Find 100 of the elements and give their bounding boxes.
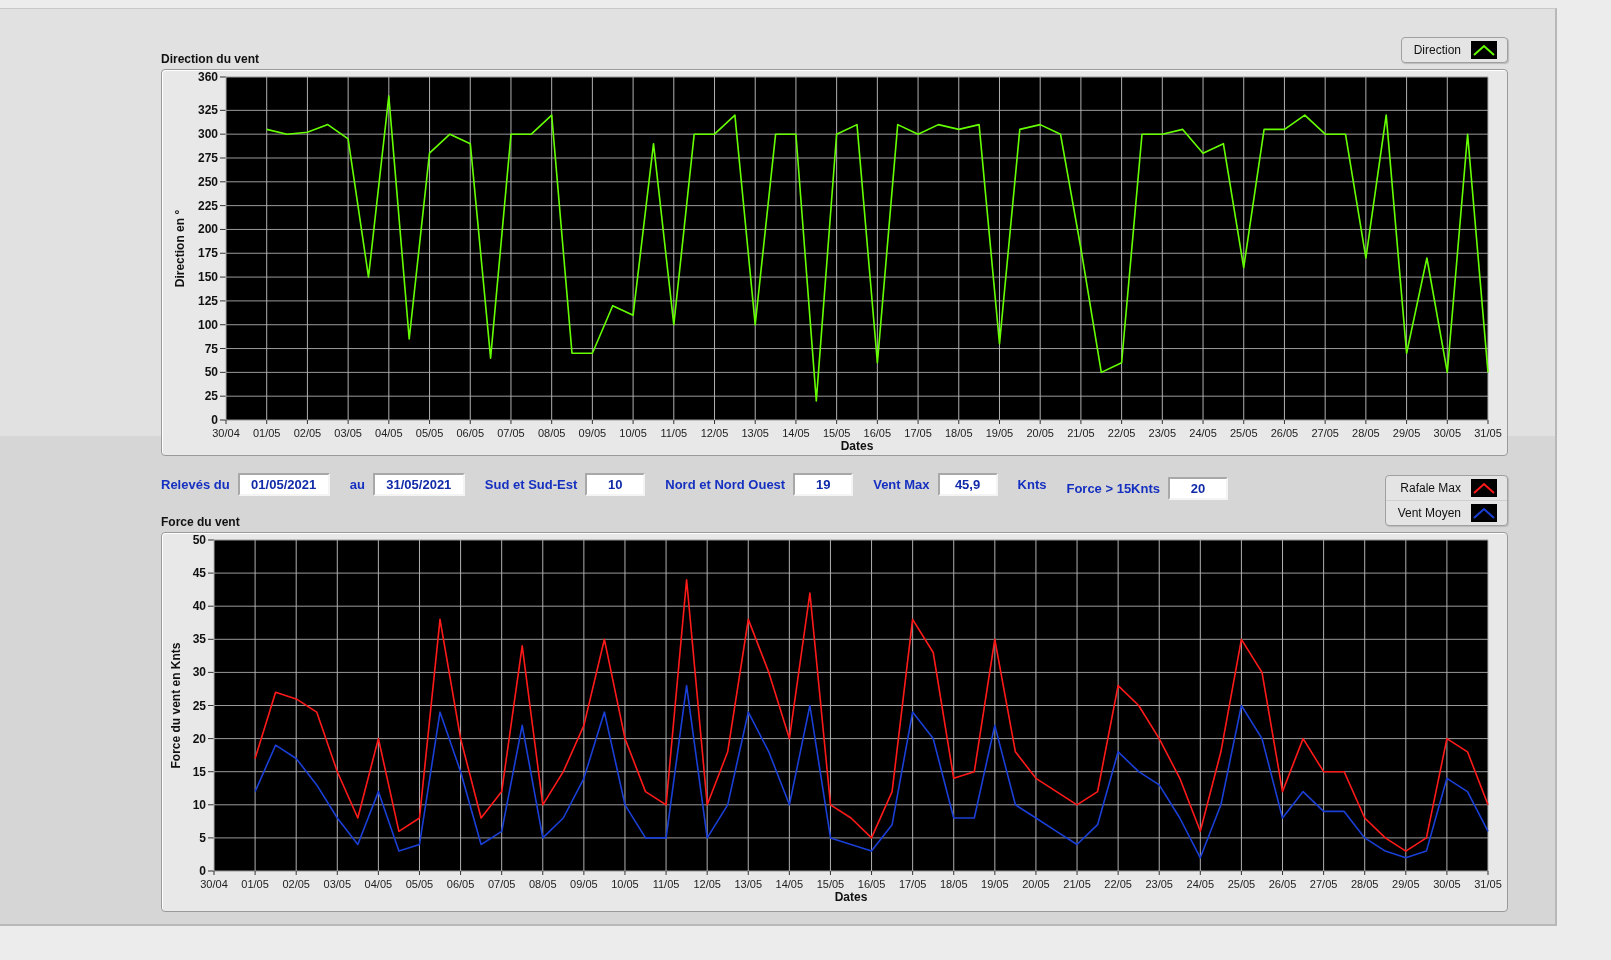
x-axis-title: Dates — [834, 890, 868, 904]
field-label: Relevés du — [161, 476, 230, 492]
input-field[interactable]: 19 — [793, 472, 854, 496]
y-tick-label: 25 — [204, 389, 218, 404]
x-tick-label: 23/05 — [1145, 878, 1173, 890]
input-field[interactable]: 01/05/2021 — [237, 472, 330, 496]
y-tick-label: 10 — [192, 797, 206, 812]
field-label: Sud et Sud-Est — [484, 476, 578, 492]
x-tick-label: 16/05 — [857, 878, 886, 890]
y-tick-label: 275 — [197, 151, 218, 165]
x-tick-label: 20/05 — [1026, 427, 1054, 439]
x-tick-label: 28/05 — [1352, 427, 1380, 439]
x-tick-label: 08/05 — [529, 878, 557, 890]
x-tick-label: 30/04 — [200, 878, 228, 890]
x-tick-label: 09/05 — [570, 878, 598, 890]
y-tick-label: 5 — [199, 830, 206, 845]
x-tick-label: 25/05 — [1230, 427, 1258, 439]
legend-label: Direction — [1413, 43, 1461, 57]
y-tick-label: 100 — [197, 317, 218, 332]
x-tick-label: 30/04 — [212, 427, 240, 439]
field-label: Vent Max — [873, 476, 930, 492]
chart-title: Direction du vent — [161, 52, 259, 68]
x-tick-label: 09/05 — [578, 427, 607, 439]
x-tick-label: 03/05 — [323, 878, 352, 890]
y-tick-label: 45 — [192, 566, 206, 581]
x-tick-label: 15/05 — [822, 427, 851, 439]
y-axis-title: Force du vent en Knts — [169, 642, 183, 769]
x-tick-label: 17/05 — [904, 427, 932, 439]
input-field[interactable]: 10 — [585, 472, 646, 496]
x-tick-label: 24/05 — [1186, 878, 1215, 890]
x-tick-label: 18/05 — [940, 878, 968, 890]
y-tick-label: 360 — [197, 70, 218, 84]
y-tick-label: 35 — [192, 632, 206, 647]
x-tick-label: 22/05 — [1104, 878, 1132, 890]
x-tick-label: 11/05 — [652, 878, 680, 890]
x-tick-label: 30/05 — [1433, 427, 1462, 439]
x-tick-label: 10/05 — [619, 427, 647, 439]
x-tick-label: 05/05 — [405, 878, 434, 890]
legend-label: Rafale Max — [1400, 481, 1461, 495]
x-tick-label: 13/05 — [741, 427, 769, 439]
input-field[interactable]: 31/05/2021 — [372, 472, 465, 496]
x-tick-label: 03/05 — [334, 427, 362, 439]
y-tick-label: 200 — [197, 222, 218, 237]
y-axis-title: Direction en ° — [173, 209, 187, 288]
x-tick-label: 07/05 — [497, 427, 525, 439]
y-tick-label: 175 — [197, 246, 218, 261]
y-tick-label: 15 — [192, 764, 206, 779]
x-tick-label: 04/05 — [364, 878, 393, 890]
y-tick-label: 25 — [192, 698, 206, 713]
x-tick-label: 14/05 — [775, 878, 804, 890]
field-label: au — [349, 476, 365, 492]
x-tick-label: 16/05 — [863, 427, 892, 439]
x-tick-label: 27/05 — [1309, 878, 1338, 890]
x-tick-label: 05/05 — [415, 427, 444, 439]
x-tick-label: 02/05 — [282, 878, 310, 890]
x-tick-label: 01/05 — [252, 427, 281, 439]
x-axis-title: Dates — [840, 439, 874, 453]
field-label: Nord et Nord Ouest — [665, 476, 786, 492]
input-field[interactable]: 20 — [1168, 476, 1228, 500]
unit-label: Knts — [1017, 476, 1047, 492]
x-tick-label: 27/05 — [1311, 427, 1339, 439]
y-tick-label: 300 — [197, 127, 218, 142]
x-tick-label: 02/05 — [293, 427, 322, 439]
y-tick-label: 40 — [192, 599, 206, 614]
y-tick-label: 225 — [197, 198, 218, 213]
chart-title: Force du vent — [161, 515, 240, 531]
x-tick-label: 31/05 — [1474, 427, 1502, 439]
y-tick-label: 50 — [204, 365, 218, 380]
x-tick-label: 25/05 — [1227, 878, 1256, 890]
x-tick-label: 01/05 — [241, 878, 269, 890]
y-tick-label: 50 — [192, 533, 206, 547]
x-tick-label: 08/05 — [537, 427, 566, 439]
y-tick-label: 250 — [197, 174, 218, 189]
x-tick-label: 19/05 — [985, 427, 1014, 439]
x-tick-label: 06/05 — [446, 878, 475, 890]
x-tick-label: 06/05 — [456, 427, 484, 439]
x-tick-label: 15/05 — [816, 878, 845, 890]
y-tick-label: 0 — [199, 864, 206, 878]
x-tick-label: 21/05 — [1063, 878, 1091, 890]
y-tick-label: 150 — [197, 270, 218, 285]
y-tick-label: 125 — [197, 293, 218, 308]
x-tick-label: 31/05 — [1474, 878, 1502, 890]
y-tick-label: 20 — [192, 731, 206, 746]
x-tick-label: 26/05 — [1268, 878, 1297, 890]
legend-label: Vent Moyen — [1397, 506, 1461, 520]
x-tick-label: 19/05 — [981, 878, 1009, 890]
x-tick-label: 26/05 — [1270, 427, 1299, 439]
x-tick-label: 14/05 — [782, 427, 810, 439]
x-tick-label: 30/05 — [1433, 878, 1461, 890]
x-tick-label: 24/05 — [1189, 427, 1217, 439]
x-tick-label: 11/05 — [660, 427, 688, 439]
x-tick-label: 29/05 — [1392, 427, 1421, 439]
x-tick-label: 22/05 — [1107, 427, 1136, 439]
y-tick-label: 75 — [204, 341, 218, 356]
x-tick-label: 29/05 — [1392, 878, 1420, 890]
x-tick-label: 21/05 — [1067, 427, 1095, 439]
x-tick-label: 18/05 — [945, 427, 973, 439]
x-tick-label: 12/05 — [693, 878, 721, 890]
field-label: Force > 15Knts — [1066, 480, 1160, 496]
input-field[interactable]: 45,9 — [937, 472, 998, 496]
